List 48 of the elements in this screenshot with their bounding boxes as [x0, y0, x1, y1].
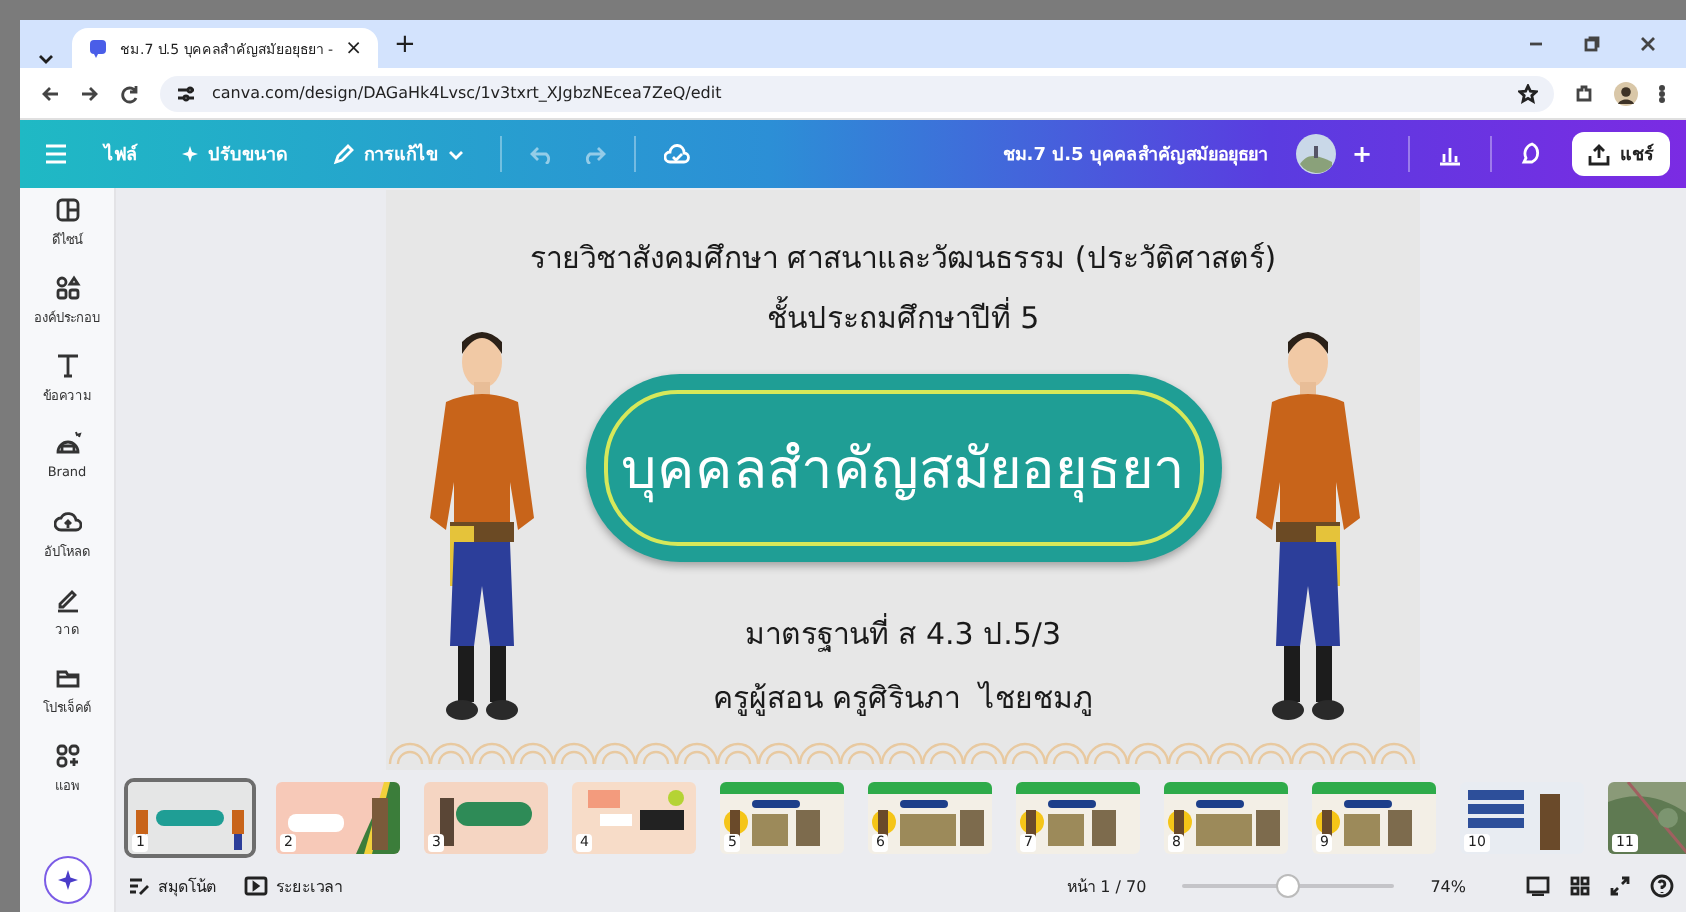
- standard-text: มาตรฐานที่ ส 4.3 ป.5/3: [744, 611, 1062, 656]
- address-field[interactable]: canva.com/design/DAGaHk4Lvsc/1v3txrt_XJgbzNEcea7ZeQ/edit: [160, 75, 1554, 111]
- site-settings-icon[interactable]: [176, 83, 196, 103]
- new-tab-button[interactable]: +: [393, 29, 416, 59]
- close-icon[interactable]: [1638, 34, 1658, 54]
- forward-icon[interactable]: [80, 83, 100, 103]
- close-tab-button[interactable]: ×: [345, 37, 362, 59]
- subject-heading: รายวิชาสังคมศึกษา ศาสนาและวัฒนธรรม (ประวัติศาสตร์): [529, 238, 1277, 280]
- design-icon: [53, 196, 81, 224]
- profile-avatar-icon[interactable]: [1614, 81, 1638, 105]
- notes-icon: [128, 876, 150, 896]
- chevron-down-icon: [448, 146, 464, 162]
- magic-star-icon: [182, 146, 198, 162]
- page-indicator[interactable]: หน้า 1 / 70: [1067, 873, 1147, 899]
- user-avatar[interactable]: [1295, 134, 1336, 174]
- zoom-reading[interactable]: 74%: [1430, 877, 1466, 895]
- fullscreen-icon[interactable]: [1610, 876, 1630, 896]
- shapes-icon: [53, 274, 81, 302]
- reload-icon[interactable]: [120, 83, 140, 103]
- pencil-icon: [332, 143, 354, 165]
- notes-button[interactable]: สมุดโน้ต: [124, 869, 220, 903]
- slide-view-icon[interactable]: [1526, 876, 1550, 896]
- comment-icon[interactable]: [1520, 142, 1544, 166]
- restore-icon[interactable]: [1582, 34, 1602, 54]
- magic-assistant-button[interactable]: [43, 856, 91, 904]
- pen-icon: [53, 586, 81, 614]
- back-icon[interactable]: [40, 83, 60, 103]
- title-banner: บุคคลสำคัญสมัยอยุธยา: [585, 374, 1221, 562]
- sparkle-icon: [55, 868, 79, 892]
- extensions-icon[interactable]: [1574, 83, 1594, 103]
- grade-heading: ชั้นประถมศึกษาปีที่ 5: [766, 294, 1040, 340]
- timer-icon: [244, 876, 268, 896]
- teacher-text: ครูผู้สอน ครูศิรินภา ไชยชมภู: [712, 678, 1094, 720]
- text-icon: [53, 352, 81, 380]
- add-collaborator-button[interactable]: +: [1343, 136, 1380, 172]
- share-button[interactable]: แชร์: [1572, 132, 1670, 176]
- cloud-upload-icon: [53, 508, 81, 536]
- grid-view-icon[interactable]: [1570, 876, 1590, 896]
- apps-icon: [53, 742, 81, 770]
- help-icon[interactable]: [1650, 874, 1674, 898]
- zoom-slider[interactable]: [1276, 874, 1301, 898]
- bookmark-star-icon[interactable]: [1518, 83, 1538, 103]
- upload-icon: [1588, 143, 1610, 165]
- cloud-saved-icon[interactable]: [664, 143, 690, 165]
- analytics-icon[interactable]: [1438, 143, 1462, 165]
- document-title[interactable]: ชม.7 ป.5 บุคคลสำคัญสมัยอยุธยา: [1002, 140, 1268, 168]
- duration-button[interactable]: ระยะเวลา: [240, 869, 346, 903]
- more-menu-icon[interactable]: [1658, 83, 1666, 103]
